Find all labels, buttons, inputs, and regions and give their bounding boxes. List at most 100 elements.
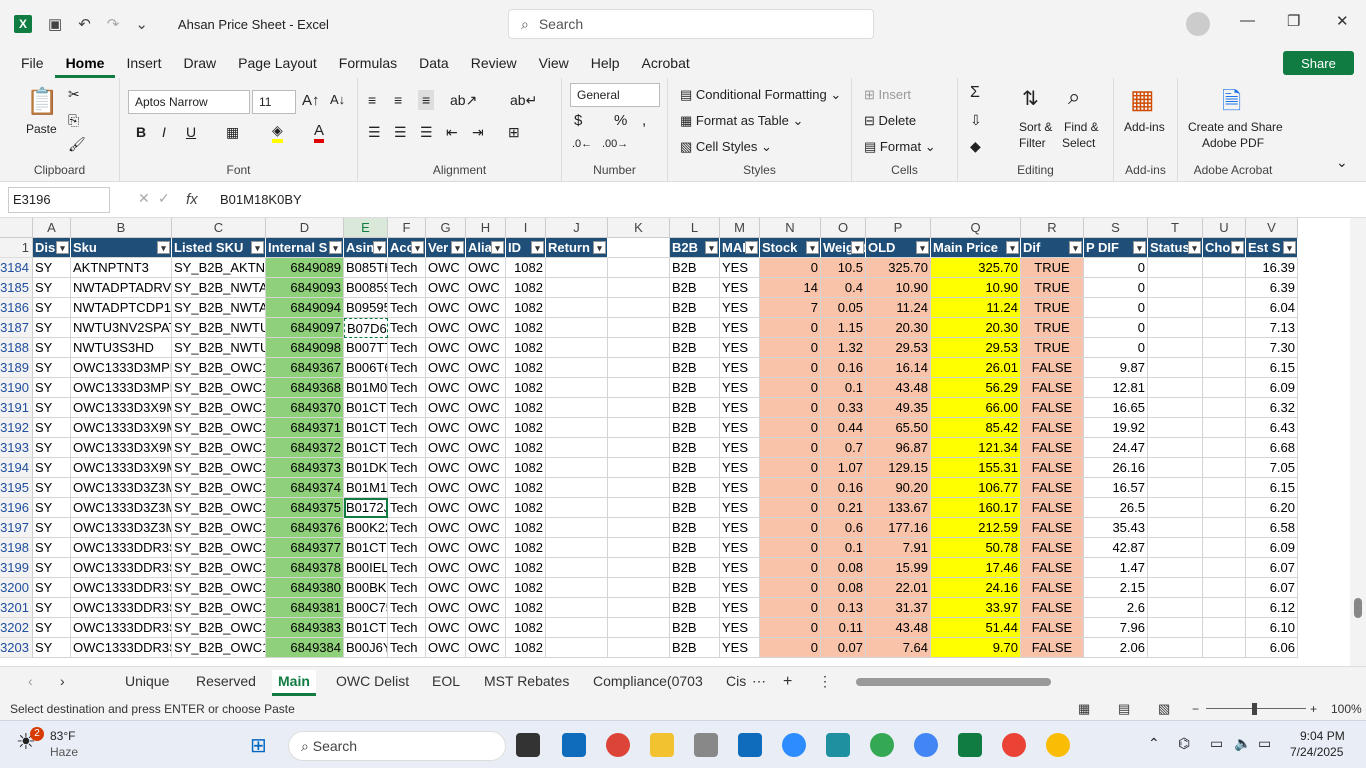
cell-m[interactable]: YES — [720, 558, 760, 578]
cell-k[interactable] — [608, 258, 670, 278]
cell-b[interactable]: OWC1333DDR3S — [71, 618, 172, 638]
conditional-formatting-button[interactable]: ▤ Conditional Formatting ⌄ — [680, 87, 841, 103]
row-header[interactable]: 3202 — [0, 618, 33, 638]
cell-g[interactable]: OWC — [426, 358, 466, 378]
header-cell-k[interactable] — [608, 238, 670, 258]
cell-u[interactable] — [1203, 278, 1246, 298]
outlook-icon[interactable] — [738, 733, 762, 757]
row-header[interactable]: 3191 — [0, 398, 33, 418]
cell-n[interactable]: 0 — [760, 558, 821, 578]
header-cell-n[interactable]: Stock ▾ — [760, 238, 821, 258]
more-sheets-icon[interactable]: ⋯ — [752, 673, 766, 690]
cell-s[interactable]: 0 — [1084, 318, 1148, 338]
font-color-icon[interactable]: A — [314, 122, 325, 143]
cell-d[interactable]: 6849374 — [266, 478, 344, 498]
cell-i[interactable]: 1082 — [506, 438, 546, 458]
cell-q[interactable]: 155.31 — [931, 458, 1021, 478]
cell-l[interactable]: B2B — [670, 458, 720, 478]
cell-n[interactable]: 0 — [760, 638, 821, 658]
cell-u[interactable] — [1203, 378, 1246, 398]
merge-center-icon[interactable]: ⊞ — [508, 124, 520, 141]
row-header[interactable]: 3187 — [0, 318, 33, 338]
cell-c[interactable]: SY_B2B_OWC13 — [172, 418, 266, 438]
taskbar-search[interactable]: ⌕ Search — [288, 731, 506, 761]
cell-b[interactable]: OWC1333D3X9M — [71, 398, 172, 418]
header-cell-l[interactable]: B2B ▾ — [670, 238, 720, 258]
cell-c[interactable]: SY_B2B_OWC13 — [172, 598, 266, 618]
cell-a[interactable]: SY — [33, 358, 71, 378]
column-header-d[interactable]: D — [266, 218, 344, 238]
cell-r[interactable]: FALSE — [1021, 478, 1084, 498]
cell-p[interactable]: 11.24 — [866, 298, 931, 318]
cell-p[interactable]: 90.20 — [866, 478, 931, 498]
cell-d[interactable]: 6849384 — [266, 638, 344, 658]
cell-d[interactable]: 6849098 — [266, 338, 344, 358]
paste-button[interactable]: Paste — [26, 122, 57, 136]
cell-q[interactable]: 20.30 — [931, 318, 1021, 338]
cell-k[interactable] — [608, 338, 670, 358]
cell-i[interactable]: 1082 — [506, 298, 546, 318]
cell-u[interactable] — [1203, 458, 1246, 478]
bold-icon[interactable]: B — [136, 124, 146, 140]
cell-g[interactable]: OWC — [426, 318, 466, 338]
calculator-icon[interactable] — [694, 733, 718, 757]
cell-m[interactable]: YES — [720, 578, 760, 598]
cell-b[interactable]: OWC1333DDR3S — [71, 558, 172, 578]
row-header[interactable]: 3194 — [0, 458, 33, 478]
cell-o[interactable]: 10.5 — [821, 258, 866, 278]
cell-f[interactable]: Tech — [388, 298, 426, 318]
cell-l[interactable]: B2B — [670, 438, 720, 458]
cell-a[interactable]: SY — [33, 258, 71, 278]
row-header[interactable]: 3198 — [0, 538, 33, 558]
cell-e[interactable]: B09595 — [344, 298, 388, 318]
tray-chevron-icon[interactable]: ⌃ — [1148, 735, 1160, 752]
delete-cells-button[interactable]: ⊟ Delete — [864, 113, 916, 129]
row-header[interactable]: 3199 — [0, 558, 33, 578]
file-explorer-icon[interactable] — [650, 733, 674, 757]
cell-t[interactable] — [1148, 558, 1203, 578]
sort-filter-icon[interactable]: ⇅ — [1022, 86, 1039, 111]
cell-o[interactable]: 0.05 — [821, 298, 866, 318]
cell-f[interactable]: Tech — [388, 258, 426, 278]
cell-f[interactable]: Tech — [388, 518, 426, 538]
cell-g[interactable]: OWC — [426, 518, 466, 538]
chrome-profile-3-icon[interactable] — [1002, 733, 1026, 757]
cell-n[interactable]: 0 — [760, 318, 821, 338]
column-header-p[interactable]: P — [866, 218, 931, 238]
column-header-a[interactable]: A — [33, 218, 71, 238]
row-header[interactable]: 3188 — [0, 338, 33, 358]
menu-insert[interactable]: Insert — [115, 48, 172, 78]
cell-n[interactable]: 0 — [760, 518, 821, 538]
cell-f[interactable]: Tech — [388, 418, 426, 438]
align-bottom-icon[interactable]: ≡ — [418, 90, 435, 110]
zoom-app-icon[interactable] — [782, 733, 806, 757]
prev-sheet-icon[interactable]: ‹ — [28, 673, 33, 689]
cell-m[interactable]: YES — [720, 458, 760, 478]
cell-n[interactable]: 0 — [760, 418, 821, 438]
cell-k[interactable] — [608, 578, 670, 598]
cell-n[interactable]: 14 — [760, 278, 821, 298]
cell-h[interactable]: OWC — [466, 398, 506, 418]
cell-m[interactable]: YES — [720, 358, 760, 378]
menu-file[interactable]: File — [10, 48, 55, 78]
cell-v[interactable]: 6.43 — [1246, 418, 1298, 438]
cell-e[interactable]: B01DK5 — [344, 458, 388, 478]
cell-a[interactable]: SY — [33, 478, 71, 498]
cell-i[interactable]: 1082 — [506, 318, 546, 338]
cell-k[interactable] — [608, 518, 670, 538]
cell-k[interactable] — [608, 398, 670, 418]
cell-i[interactable]: 1082 — [506, 638, 546, 658]
cell-v[interactable]: 7.05 — [1246, 458, 1298, 478]
cell-v[interactable]: 6.07 — [1246, 558, 1298, 578]
cell-r[interactable]: FALSE — [1021, 518, 1084, 538]
filter-dropdown-icon[interactable]: ▾ — [1283, 241, 1296, 254]
cell-c[interactable]: SY_B2B_OWC13 — [172, 638, 266, 658]
task-view-icon[interactable] — [516, 733, 540, 757]
display-icon[interactable]: ▭ — [1210, 735, 1223, 752]
cell-o[interactable]: 0.44 — [821, 418, 866, 438]
create-pdf-button[interactable]: Create and Share — [1188, 120, 1283, 134]
cell-l[interactable]: B2B — [670, 298, 720, 318]
cell-c[interactable]: SY_B2B_OWC13 — [172, 618, 266, 638]
cell-c[interactable]: SY_B2B_OWC13 — [172, 398, 266, 418]
cell-e[interactable]: B00J6Y — [344, 638, 388, 658]
